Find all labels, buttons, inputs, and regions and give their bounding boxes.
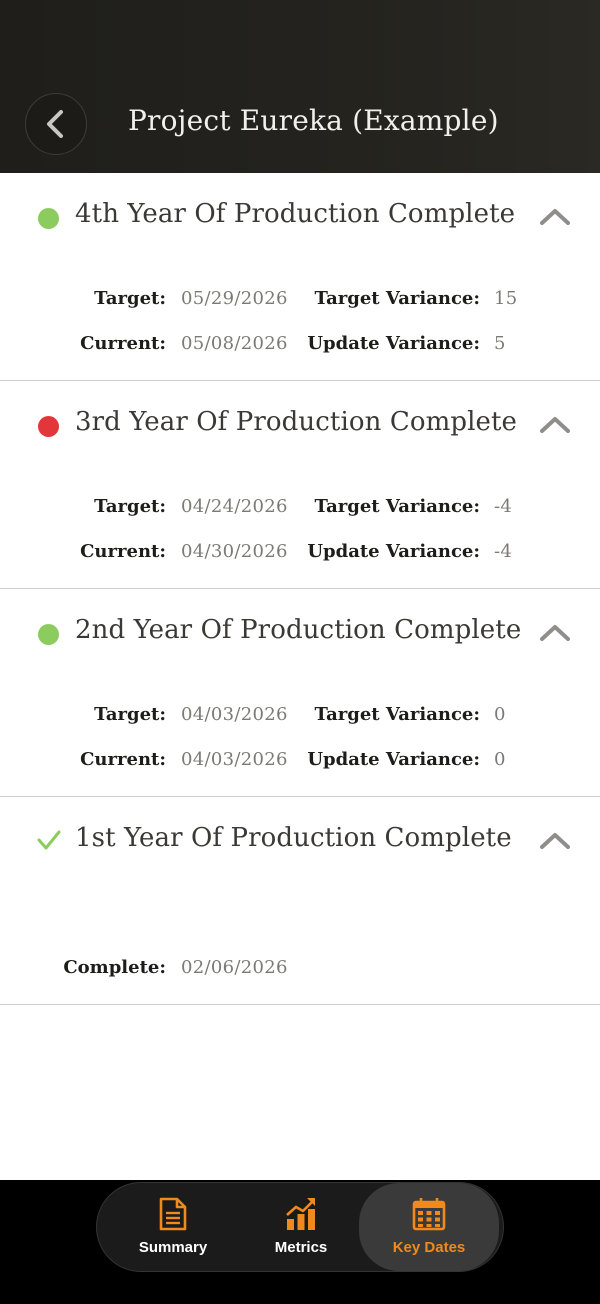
target-variance-label: Target Variance: (314, 496, 480, 517)
milestone-title: 4th Year Of Production Complete (75, 199, 516, 229)
status-dot-off-track-icon (38, 416, 59, 437)
milestone-card: 3rd Year Of Production Complete Target: … (0, 381, 600, 589)
milestone-title: 2nd Year Of Production Complete (75, 615, 522, 645)
complete-label: Complete: (63, 957, 166, 978)
milestone-title: 3rd Year Of Production Complete (75, 407, 518, 437)
calendar-icon (412, 1198, 446, 1231)
update-variance-value: 5 (494, 333, 506, 354)
page-title: Project Eureka (Example) (128, 104, 499, 137)
chevron-up-icon[interactable] (538, 205, 572, 227)
back-button[interactable] (25, 93, 87, 155)
tab-key-dates[interactable]: Key Dates (359, 1183, 499, 1271)
tab-label: Summary (138, 1239, 208, 1256)
target-date: 05/29/2026 (181, 288, 288, 309)
status-dot-on-track-icon (38, 208, 59, 229)
milestone-header[interactable]: 3rd Year Of Production Complete (0, 381, 600, 471)
update-variance-value: -4 (494, 541, 513, 562)
target-label: Target: (94, 704, 166, 725)
milestone-card: 1st Year Of Production Complete Complete… (0, 797, 600, 1005)
checkmark-icon (37, 830, 61, 850)
current-label: Current: (80, 333, 166, 354)
target-label: Target: (94, 496, 166, 517)
update-variance-value: 0 (494, 749, 506, 770)
chevron-left-icon (47, 110, 63, 138)
milestone-card: 2nd Year Of Production Complete Target: … (0, 589, 600, 797)
tab-label: Metrics (274, 1239, 328, 1256)
milestone-list: 4th Year Of Production Complete Target: … (0, 173, 600, 1005)
tab-summary[interactable]: Summary (103, 1183, 243, 1271)
chevron-up-icon[interactable] (538, 413, 572, 435)
current-date: 04/03/2026 (181, 749, 288, 770)
target-date: 04/03/2026 (181, 704, 288, 725)
target-variance-label: Target Variance: (314, 288, 480, 309)
milestone-header[interactable]: 2nd Year Of Production Complete (0, 589, 600, 679)
milestone-title: 1st Year Of Production Complete (75, 823, 512, 853)
target-variance-label: Target Variance: (314, 704, 480, 725)
update-variance-label: Update Variance: (307, 541, 480, 562)
chart-icon (286, 1198, 315, 1230)
milestone-header[interactable]: 4th Year Of Production Complete (0, 173, 600, 263)
tab-metrics[interactable]: Metrics (231, 1183, 371, 1271)
target-date: 04/24/2026 (181, 496, 288, 517)
chevron-up-icon[interactable] (538, 621, 572, 643)
update-variance-label: Update Variance: (307, 749, 480, 770)
current-label: Current: (80, 749, 166, 770)
target-label: Target: (94, 288, 166, 309)
header-bar: Project Eureka (Example) (0, 0, 600, 173)
target-variance-value: -4 (494, 496, 513, 517)
document-icon (159, 1197, 187, 1231)
target-variance-value: 0 (494, 704, 506, 725)
current-label: Current: (80, 541, 166, 562)
status-dot-on-track-icon (38, 624, 59, 645)
complete-date: 02/06/2026 (181, 957, 288, 978)
milestone-header[interactable]: 1st Year Of Production Complete (0, 797, 600, 887)
target-variance-value: 15 (494, 288, 518, 309)
update-variance-label: Update Variance: (307, 333, 480, 354)
current-date: 05/08/2026 (181, 333, 288, 354)
current-date: 04/30/2026 (181, 541, 288, 562)
tab-label: Key Dates (392, 1239, 466, 1256)
chevron-up-icon[interactable] (538, 829, 572, 851)
key-dates-screen: Project Eureka (Example) 4th Year Of Pro… (0, 0, 600, 1304)
milestone-card: 4th Year Of Production Complete Target: … (0, 173, 600, 381)
tab-bar: Summary Metrics Key Dates (96, 1182, 504, 1272)
